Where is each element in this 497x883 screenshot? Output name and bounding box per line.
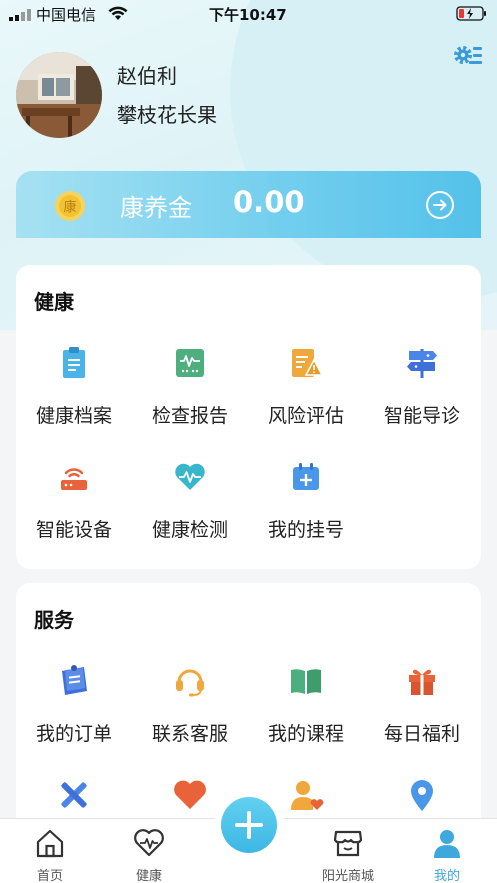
coin-char: 康 bbox=[63, 199, 76, 215]
grid-item-label: 我的订单 bbox=[35, 723, 112, 745]
risk-warning-icon bbox=[292, 349, 324, 377]
home-icon bbox=[36, 829, 64, 858]
gift-icon bbox=[409, 669, 435, 695]
wallet-card[interactable]: 康 康养金 0.00 bbox=[16, 171, 481, 238]
heart-icon bbox=[174, 780, 206, 809]
health-section: 健康 健康档案 检查报告 风险评估 智能导诊 智能设备 健康检测 我的挂号 bbox=[16, 265, 481, 569]
tab-health[interactable]: 健康 bbox=[99, 819, 199, 883]
health-heart-icon bbox=[134, 829, 164, 857]
battery-charging-icon bbox=[456, 6, 486, 21]
grid-item-my-registration[interactable]: 我的挂号 bbox=[248, 459, 364, 555]
tab-mine[interactable]: 我的 bbox=[397, 819, 497, 883]
tab-home[interactable]: 首页 bbox=[0, 819, 100, 883]
avatar-photo bbox=[16, 52, 102, 138]
grid-item-daily-welfare[interactable]: 每日福利 bbox=[364, 663, 480, 759]
profile-icon bbox=[434, 830, 460, 858]
signal-icon bbox=[9, 9, 31, 21]
status-bar: 中国电信 下午10:47 bbox=[0, 0, 497, 28]
heart-pulse-icon bbox=[175, 463, 205, 490]
tools-icon bbox=[61, 782, 87, 808]
add-button[interactable] bbox=[221, 797, 277, 853]
grid-item-label: 我的挂号 bbox=[267, 519, 344, 541]
user-name: 赵伯利 bbox=[117, 64, 177, 88]
grid-item-my-orders[interactable]: 我的订单 bbox=[16, 663, 132, 759]
calendar-plus-icon bbox=[293, 463, 319, 490]
tab-label: 健康 bbox=[135, 869, 162, 883]
tab-label: 阳光商城 bbox=[321, 869, 374, 883]
grid-item-label: 健康检测 bbox=[151, 519, 228, 541]
grid-item-contact-service[interactable]: 联系客服 bbox=[132, 663, 248, 759]
tab-store[interactable]: 阳光商城 bbox=[298, 819, 398, 883]
router-device-icon bbox=[61, 468, 87, 490]
grid-item-label: 联系客服 bbox=[151, 723, 228, 745]
grid-item-risk-assessment[interactable]: 风险评估 bbox=[248, 345, 364, 441]
grid-item-smart-guide[interactable]: 智能导诊 bbox=[364, 345, 480, 441]
section-title-health: 健康 bbox=[34, 290, 74, 314]
wallet-value: 0.00 bbox=[233, 185, 305, 219]
signpost-icon bbox=[407, 349, 437, 378]
grid-item-label: 每日福利 bbox=[383, 723, 460, 745]
grid-item-smart-device[interactable]: 智能设备 bbox=[16, 459, 132, 555]
grid-item-label: 智能导诊 bbox=[383, 405, 460, 427]
grid-item-my-courses[interactable]: 我的课程 bbox=[248, 663, 364, 759]
order-note-icon bbox=[62, 665, 87, 695]
settings-icon[interactable] bbox=[453, 42, 483, 70]
clipboard-icon bbox=[63, 347, 85, 378]
location-pin-icon bbox=[411, 780, 433, 811]
clock-time: 下午10:47 bbox=[209, 6, 287, 24]
grid-item-label: 智能设备 bbox=[35, 519, 112, 541]
grid-item-label: 我的课程 bbox=[267, 723, 344, 745]
headset-icon bbox=[176, 669, 204, 697]
section-title-service: 服务 bbox=[34, 608, 74, 632]
wifi-icon bbox=[108, 6, 128, 20]
user-heart-icon bbox=[291, 781, 324, 810]
user-motto: 攀枝花长果 bbox=[117, 103, 217, 127]
book-icon bbox=[291, 669, 321, 694]
carrier-name: 中国电信 bbox=[36, 6, 97, 24]
avatar[interactable] bbox=[16, 52, 102, 138]
store-icon bbox=[333, 830, 363, 857]
plus-icon bbox=[235, 811, 263, 839]
report-chart-icon bbox=[176, 349, 204, 377]
grid-item-check-report[interactable]: 检查报告 bbox=[132, 345, 248, 441]
arrow-right-circle-icon[interactable] bbox=[425, 190, 455, 220]
grid-item-label: 检查报告 bbox=[151, 405, 228, 427]
grid-item-label: 风险评估 bbox=[267, 405, 344, 427]
grid-item-health-detect[interactable]: 健康检测 bbox=[132, 459, 248, 555]
wallet-label: 康养金 bbox=[120, 194, 192, 222]
grid-item-label: 健康档案 bbox=[35, 405, 112, 427]
tab-label: 首页 bbox=[36, 869, 63, 883]
grid-item-health-record[interactable]: 健康档案 bbox=[16, 345, 132, 441]
coin-icon: 康 bbox=[55, 191, 85, 221]
tab-label: 我的 bbox=[433, 869, 460, 883]
